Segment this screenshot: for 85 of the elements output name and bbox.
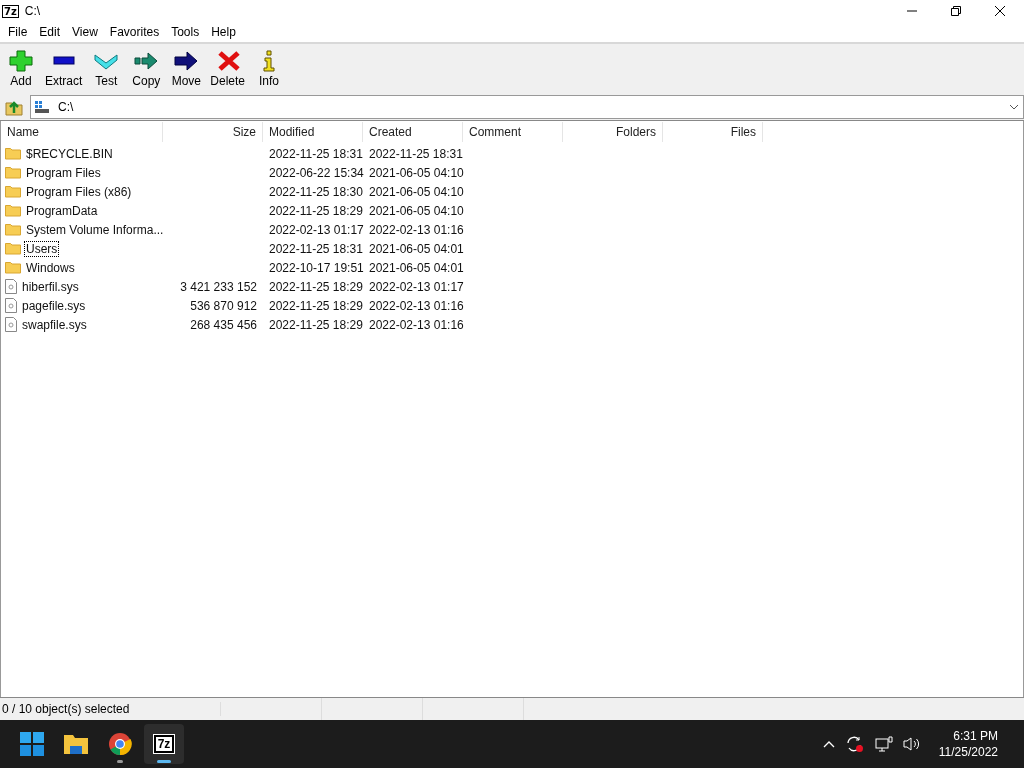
file-name[interactable]: System Volume Informa... (24, 221, 166, 238)
table-cell-text: 2022-11-25 18:29 (268, 317, 363, 332)
table-cell-text: 2021-06-05 04:01 (368, 260, 463, 275)
arrow-icon (134, 50, 159, 72)
menu-item[interactable]: Tools (166, 25, 205, 39)
dropdown-icon[interactable] (1009, 104, 1019, 110)
file-name[interactable]: Program Files (24, 164, 103, 181)
table-cell-text: 2021-06-05 04:10 (368, 184, 463, 199)
table-cell-text: 2022-06-22 15:34 (268, 165, 363, 180)
folder-icon (63, 733, 89, 755)
menu-item[interactable]: View (67, 25, 103, 39)
browser-icon (108, 732, 132, 756)
table-cell-text: 2021-06-05 04:10 (368, 203, 463, 218)
file-name[interactable]: $RECYCLE.BIN (24, 145, 115, 162)
toolbar-button[interactable]: Move (167, 50, 206, 88)
folder-icon (5, 242, 21, 255)
file-name[interactable]: hiberfil.sys (20, 278, 81, 295)
menu-item[interactable]: Favorites (104, 25, 165, 39)
folder-icon (5, 166, 21, 179)
folder-icon (5, 185, 21, 198)
restore-icon[interactable] (950, 5, 962, 17)
plus-icon (9, 50, 33, 72)
table-cell-text: 2022-11-25 18:31 (368, 146, 463, 161)
file-name[interactable]: Users (24, 240, 60, 257)
app-logo: 7z (2, 4, 19, 18)
folder-icon (5, 204, 21, 217)
column-header[interactable]: Size (163, 122, 263, 142)
menu-item[interactable]: Edit (34, 25, 66, 39)
toolbar-button[interactable]: Info (250, 50, 289, 88)
network-icon[interactable] (874, 736, 893, 752)
menu-item[interactable]: Help (206, 25, 241, 39)
clock-time[interactable]: 6:31 PM (953, 728, 998, 744)
table-cell-text: 2022-11-25 18:29 (268, 203, 363, 218)
column-header[interactable]: Modified (263, 122, 363, 142)
table-cell-text: 536 870 912 (189, 298, 258, 313)
table-cell-text: 2022-02-13 01:17 (268, 222, 363, 237)
table-cell-text: 2022-02-13 01:16 (368, 317, 463, 332)
taskbar-button[interactable]: 7z (144, 724, 184, 764)
chevron-up-icon[interactable] (822, 740, 835, 748)
file-name[interactable]: swapfile.sys (20, 316, 89, 333)
toolbar-button[interactable]: Copy (127, 50, 166, 88)
table-cell-text: 2022-11-25 18:31 (268, 241, 363, 256)
toolbar-button[interactable]: Extract (42, 50, 86, 88)
table-cell-text: 2022-11-25 18:31 (268, 146, 363, 161)
table-cell-text: 2022-02-13 01:16 (368, 222, 463, 237)
folder-icon (5, 261, 21, 274)
column-header[interactable]: Created (363, 122, 463, 142)
window-title: C:\ (24, 4, 41, 18)
file-name[interactable]: ProgramData (24, 202, 100, 219)
table-cell-text: 2022-10-17 19:51 (268, 260, 363, 275)
close-icon[interactable] (994, 5, 1006, 17)
file-name[interactable]: Windows (24, 259, 77, 276)
status-text: 0 / 10 object(s) selected (0, 702, 221, 716)
file-name[interactable]: Program Files (x86) (24, 183, 134, 200)
windows-logo-icon (20, 732, 44, 756)
file-icon (5, 298, 17, 313)
table-cell-text: 2022-11-25 18:29 (268, 279, 363, 294)
column-header[interactable]: Files (663, 122, 763, 142)
table-cell-text: 2021-06-05 04:10 (368, 165, 463, 180)
column-header[interactable]: Name (1, 122, 163, 142)
table-cell-text: 2022-11-25 18:30 (268, 184, 363, 199)
column-header[interactable]: Folders (563, 122, 663, 142)
sync-icon[interactable] (844, 735, 865, 753)
table-cell-text: 2022-02-13 01:16 (368, 298, 463, 313)
table-cell-text: 268 435 456 (189, 317, 258, 332)
file-icon (5, 317, 17, 332)
arrow-icon (174, 50, 199, 72)
table-cell-text: 2022-11-25 18:29 (268, 298, 363, 313)
toolbar-button[interactable]: Add (2, 50, 40, 88)
address-field[interactable]: C:\ (30, 95, 1024, 119)
file-icon (5, 279, 17, 294)
folder-icon (5, 223, 21, 236)
file-name[interactable]: pagefile.sys (20, 297, 88, 314)
speaker-icon[interactable] (902, 736, 921, 752)
column-header[interactable]: Comment (463, 122, 563, 142)
toolbar-button[interactable]: Delete (207, 50, 249, 88)
toolbar-button[interactable]: Test (87, 50, 126, 88)
table-cell-text: 2022-02-13 01:17 (368, 279, 463, 294)
table-cell-text: 2021-06-05 04:01 (368, 241, 463, 256)
menu-item[interactable]: File (3, 25, 33, 39)
table-cell-text: 3 421 233 152 (179, 279, 258, 294)
folder-icon (5, 147, 21, 160)
drive-icon (34, 100, 50, 114)
app-logo: 7z (153, 735, 175, 753)
clock-date[interactable]: 11/25/2022 (938, 744, 998, 760)
